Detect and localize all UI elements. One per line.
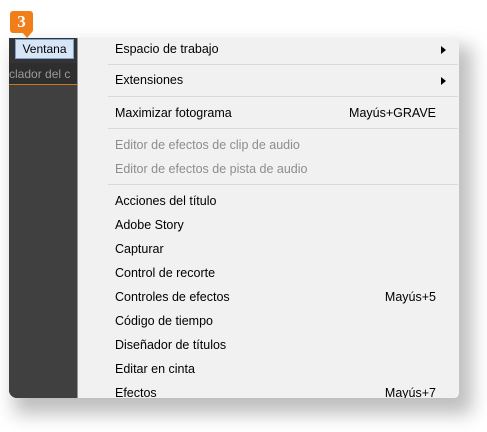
- menu-separator: [108, 96, 458, 97]
- menu-item-label: Editor de efectos de pista de audio: [115, 162, 308, 176]
- submenu-arrow-icon: [441, 46, 446, 54]
- menu-item-control-de-recorte[interactable]: Control de recorte: [106, 262, 458, 284]
- menu-item-label: Editar en cinta: [115, 362, 195, 376]
- menu-item-editor-efectos-clip-audio: Editor de efectos de clip de audio: [106, 134, 458, 156]
- menu-item-label: Controles de efectos: [115, 290, 230, 304]
- menu-item-label: Maximizar fotograma: [115, 106, 232, 120]
- menu-item-label: Capturar: [115, 242, 164, 256]
- menu-item-controles-de-efectos[interactable]: Controles de efectos Mayús+5: [106, 286, 458, 308]
- menu-item-editar-en-cinta[interactable]: Editar en cinta: [106, 358, 458, 380]
- menu-item-label: Extensiones: [115, 73, 184, 87]
- menu-item-adobe-story[interactable]: Adobe Story: [106, 214, 458, 236]
- menu-item-capturar[interactable]: Capturar: [106, 238, 458, 260]
- menu-item-label: Acciones del título: [115, 194, 217, 208]
- menu-item-label: Adobe Story: [115, 218, 184, 232]
- panel-active-underline: [9, 84, 79, 85]
- menu-item-label: Espacio de trabajo: [115, 42, 219, 56]
- step-number-badge: 3: [10, 11, 33, 33]
- menu-separator: [108, 128, 458, 129]
- menu-item-label: Editor de efectos de clip de audio: [115, 138, 300, 152]
- step-badge-pointer: [22, 32, 32, 38]
- menu-separator: [108, 184, 458, 185]
- menu-item-acciones-del-titulo[interactable]: Acciones del título: [106, 190, 458, 212]
- menu-item-efectos[interactable]: Efectos Mayús+7: [106, 382, 458, 398]
- menu-item-extensiones[interactable]: Extensiones: [106, 69, 458, 91]
- menu-item-disenador-de-titulos[interactable]: Diseñador de títulos: [106, 334, 458, 356]
- app-window: clador del c Ventana Espacio de trabajo …: [9, 38, 459, 398]
- menu-item-label: Efectos: [115, 386, 157, 398]
- menu-item-shortcut: Mayús+7: [384, 386, 436, 398]
- menu-item-shortcut: Mayús+5: [384, 290, 436, 304]
- menu-separator: [108, 64, 458, 65]
- menu-item-label: Control de recorte: [115, 266, 216, 280]
- menu-item-maximizar-fotograma[interactable]: Maximizar fotograma Mayús+GRAVE: [106, 102, 458, 124]
- menu-item-espacio-de-trabajo[interactable]: Espacio de trabajo: [106, 38, 458, 60]
- menu-item-label: Código de tiempo: [115, 314, 213, 328]
- menu-icon-gutter: [78, 38, 106, 398]
- ventana-dropdown-menu: Espacio de trabajo Extensiones Maximizar…: [77, 38, 459, 398]
- submenu-arrow-icon: [441, 77, 446, 85]
- menu-item-label: Diseñador de títulos: [115, 338, 227, 352]
- menu-item-editor-efectos-pista-audio: Editor de efectos de pista de audio: [106, 158, 458, 180]
- menu-item-codigo-de-tiempo[interactable]: Código de tiempo: [106, 310, 458, 332]
- menu-item-shortcut: Mayús+GRAVE: [349, 106, 436, 120]
- app-workspace: [9, 38, 79, 398]
- panel-tab-label[interactable]: clador del c: [9, 65, 75, 83]
- menu-ventana[interactable]: Ventana: [15, 39, 74, 59]
